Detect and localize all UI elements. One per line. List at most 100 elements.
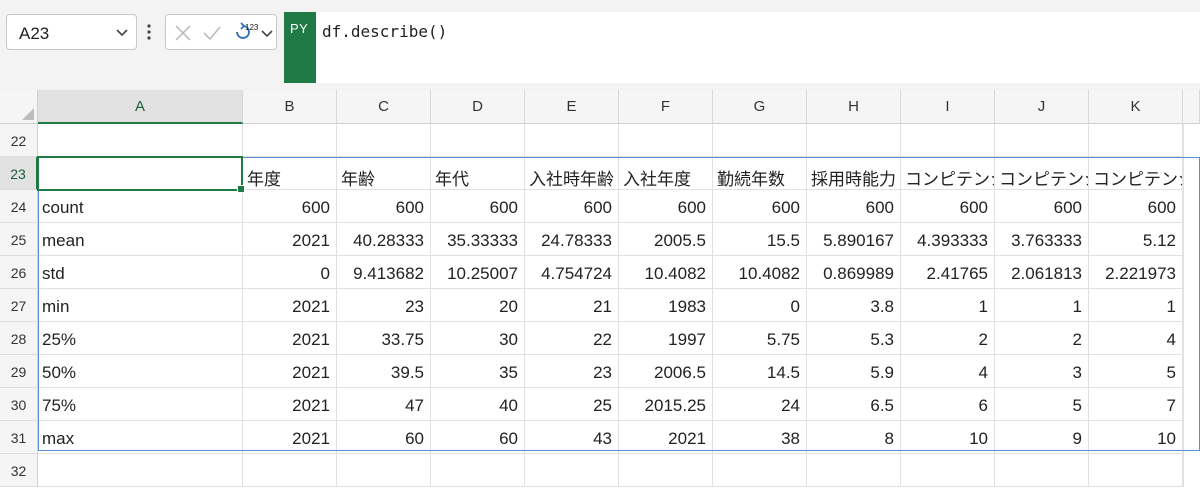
cell-e28[interactable]: 22 <box>525 322 619 355</box>
column-header-b[interactable]: B <box>243 90 337 124</box>
cell-c22[interactable] <box>337 124 431 157</box>
cell-i22[interactable] <box>901 124 995 157</box>
row-header-26[interactable]: 26 <box>0 256 38 289</box>
cell-c32[interactable] <box>337 454 431 487</box>
cell-f30[interactable]: 2015.25 <box>619 388 713 421</box>
cell-j32[interactable] <box>995 454 1089 487</box>
cell-e22[interactable] <box>525 124 619 157</box>
cell-f32[interactable] <box>619 454 713 487</box>
cell-i26[interactable]: 2.41765 <box>901 256 995 289</box>
cell-i31[interactable]: 10 <box>901 421 995 454</box>
cell-e29[interactable]: 23 <box>525 355 619 388</box>
cell-h29[interactable]: 5.9 <box>807 355 901 388</box>
row-header-27[interactable]: 27 <box>0 289 38 322</box>
cell-j29[interactable]: 3 <box>995 355 1089 388</box>
cell-c29[interactable]: 39.5 <box>337 355 431 388</box>
cell-d23[interactable]: 年代 <box>431 157 525 190</box>
cell-h27[interactable]: 3.8 <box>807 289 901 322</box>
cell-c25[interactable]: 40.28333 <box>337 223 431 256</box>
cell-d27[interactable]: 20 <box>431 289 525 322</box>
cell-g32[interactable] <box>713 454 807 487</box>
cell-k28[interactable]: 4 <box>1089 322 1183 355</box>
column-header-partial[interactable] <box>1183 90 1200 124</box>
cell-h30[interactable]: 6.5 <box>807 388 901 421</box>
cell-d30[interactable]: 40 <box>431 388 525 421</box>
cell-e26[interactable]: 4.754724 <box>525 256 619 289</box>
cell-c26[interactable]: 9.413682 <box>337 256 431 289</box>
cell-a23[interactable] <box>38 157 243 190</box>
cell-f26[interactable]: 10.4082 <box>619 256 713 289</box>
more-options-icon[interactable] <box>145 22 153 42</box>
column-header-c[interactable]: C <box>337 90 431 124</box>
cell-d25[interactable]: 35.33333 <box>431 223 525 256</box>
cell-k27[interactable]: 1 <box>1089 289 1183 322</box>
cell-g28[interactable]: 5.75 <box>713 322 807 355</box>
cell-f29[interactable]: 2006.5 <box>619 355 713 388</box>
cell-l22[interactable] <box>1183 124 1184 157</box>
column-header-e[interactable]: E <box>525 90 619 124</box>
cell-j23[interactable]: コンピテンシー <box>995 157 1089 190</box>
column-header-k[interactable]: K <box>1089 90 1183 124</box>
cell-a32[interactable] <box>38 454 243 487</box>
cell-e27[interactable]: 21 <box>525 289 619 322</box>
cell-h26[interactable]: 0.869989 <box>807 256 901 289</box>
row-header-32[interactable]: 32 <box>0 454 38 487</box>
cell-a25[interactable]: mean <box>38 223 243 256</box>
cell-f24[interactable]: 600 <box>619 190 713 223</box>
cell-i27[interactable]: 1 <box>901 289 995 322</box>
cell-a26[interactable]: std <box>38 256 243 289</box>
cell-b23[interactable]: 年度 <box>243 157 337 190</box>
cell-l31[interactable] <box>1183 421 1184 454</box>
cell-d32[interactable] <box>431 454 525 487</box>
row-header-30[interactable]: 30 <box>0 388 38 421</box>
python-output-icon[interactable]: 123 <box>232 20 258 46</box>
cell-k26[interactable]: 2.221973 <box>1089 256 1183 289</box>
cell-h22[interactable] <box>807 124 901 157</box>
select-all-button[interactable] <box>0 90 38 124</box>
column-header-g[interactable]: G <box>713 90 807 124</box>
column-header-h[interactable]: H <box>807 90 901 124</box>
cell-i25[interactable]: 4.393333 <box>901 223 995 256</box>
cell-j31[interactable]: 9 <box>995 421 1089 454</box>
cell-g23[interactable]: 勤続年数 <box>713 157 807 190</box>
row-header-23[interactable]: 23 <box>0 157 38 190</box>
cell-e30[interactable]: 25 <box>525 388 619 421</box>
cell-l29[interactable] <box>1183 355 1184 388</box>
cell-c24[interactable]: 600 <box>337 190 431 223</box>
cell-c23[interactable]: 年齢 <box>337 157 431 190</box>
cell-g29[interactable]: 14.5 <box>713 355 807 388</box>
cell-h31[interactable]: 8 <box>807 421 901 454</box>
cell-a24[interactable]: count <box>38 190 243 223</box>
cell-c27[interactable]: 23 <box>337 289 431 322</box>
cell-h32[interactable] <box>807 454 901 487</box>
cell-b22[interactable] <box>243 124 337 157</box>
cell-j27[interactable]: 1 <box>995 289 1089 322</box>
row-header-25[interactable]: 25 <box>0 223 38 256</box>
cell-g24[interactable]: 600 <box>713 190 807 223</box>
row-header-22[interactable]: 22 <box>0 124 38 157</box>
cell-f22[interactable] <box>619 124 713 157</box>
cell-i23[interactable]: コンピテンシー <box>901 157 995 190</box>
cell-j24[interactable]: 600 <box>995 190 1089 223</box>
cell-g26[interactable]: 10.4082 <box>713 256 807 289</box>
cell-e25[interactable]: 24.78333 <box>525 223 619 256</box>
column-header-f[interactable]: F <box>619 90 713 124</box>
cell-i24[interactable]: 600 <box>901 190 995 223</box>
cell-l27[interactable] <box>1183 289 1184 322</box>
cell-j25[interactable]: 3.763333 <box>995 223 1089 256</box>
cell-g27[interactable]: 0 <box>713 289 807 322</box>
row-header-28[interactable]: 28 <box>0 322 38 355</box>
cell-g30[interactable]: 24 <box>713 388 807 421</box>
cell-i29[interactable]: 4 <box>901 355 995 388</box>
cell-l24[interactable] <box>1183 190 1184 223</box>
cell-i30[interactable]: 6 <box>901 388 995 421</box>
cell-g22[interactable] <box>713 124 807 157</box>
name-box[interactable]: A23 <box>6 14 137 50</box>
cell-i28[interactable]: 2 <box>901 322 995 355</box>
cell-j30[interactable]: 5 <box>995 388 1089 421</box>
cell-l28[interactable] <box>1183 322 1184 355</box>
cell-d28[interactable]: 30 <box>431 322 525 355</box>
cell-c31[interactable]: 60 <box>337 421 431 454</box>
cell-a30[interactable]: 75% <box>38 388 243 421</box>
column-header-i[interactable]: I <box>901 90 995 124</box>
